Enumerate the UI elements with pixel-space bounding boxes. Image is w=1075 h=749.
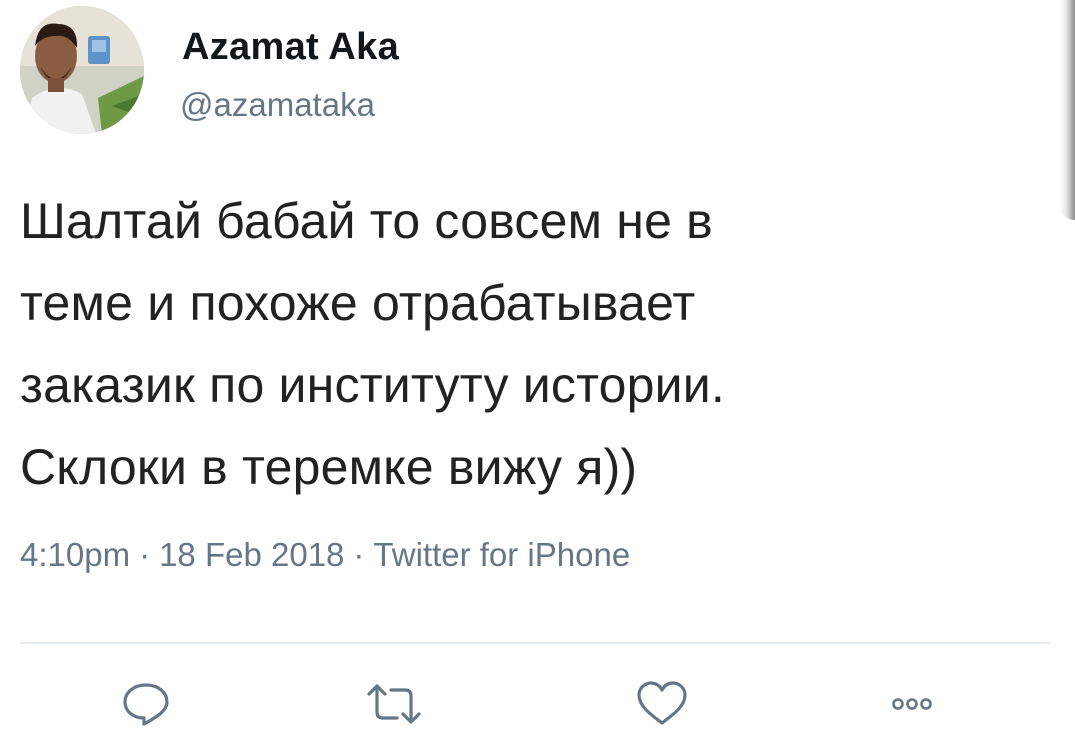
heart-icon (637, 681, 687, 725)
meta-separator: · (353, 536, 365, 573)
reply-button[interactable] (114, 676, 178, 732)
more-button[interactable] (880, 676, 944, 732)
tweet-text-line: Шалтай бабай то совсем не в (20, 193, 713, 249)
reply-icon (123, 683, 169, 726)
tweet-text-line: теме и похоже отрабатывает (20, 275, 696, 331)
tweet-source[interactable]: Twitter for iPhone (373, 536, 630, 573)
avatar[interactable] (20, 6, 144, 134)
avatar-photo (20, 6, 144, 134)
tweet-text: Шалтай бабай то совсем не в теме и похож… (20, 180, 980, 508)
retweet-button[interactable] (362, 676, 426, 732)
tweet-date[interactable]: 18 Feb 2018 (159, 536, 344, 573)
tweet-card: Azamat Aka @azamataka Шалтай бабай то со… (0, 0, 1075, 749)
tweet-time[interactable]: 4:10pm (20, 536, 130, 573)
user-handle[interactable]: @azamataka (180, 86, 375, 124)
tweet-text-line: Склоки в теремке вижу я)) (20, 439, 638, 495)
scroll-edge (1060, 0, 1075, 220)
tweet-meta: 4:10pm · 18 Feb 2018 · Twitter for iPhone (20, 536, 630, 574)
more-icon (892, 698, 932, 710)
like-button[interactable] (630, 676, 694, 732)
divider (20, 642, 1050, 644)
tweet-text-line: заказик по институту истории. (20, 357, 725, 413)
display-name[interactable]: Azamat Aka (182, 26, 399, 69)
meta-separator: · (139, 536, 151, 573)
retweet-icon (367, 684, 421, 724)
